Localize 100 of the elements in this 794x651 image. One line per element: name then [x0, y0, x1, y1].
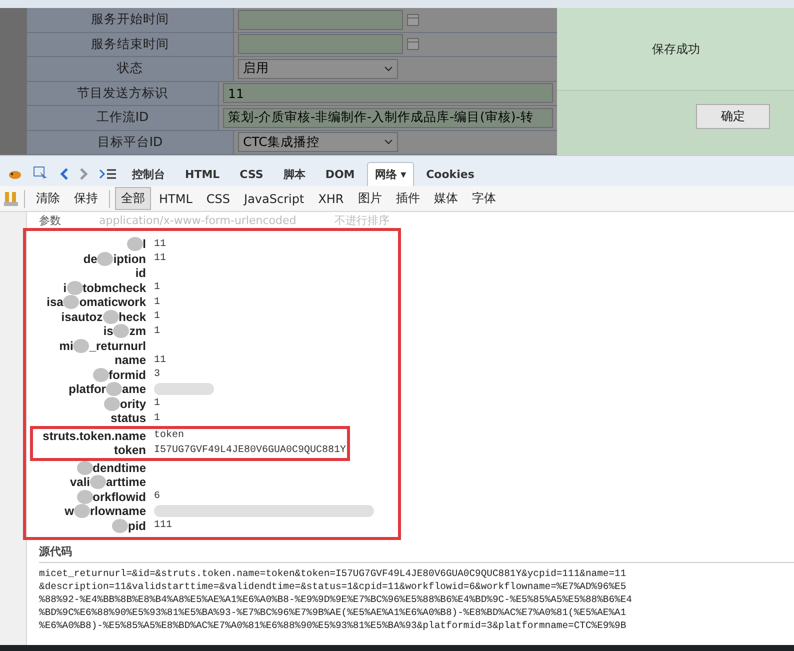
param-value: 11 [154, 238, 166, 250]
param-name: ame [122, 382, 146, 396]
redaction-smudge [76, 460, 93, 475]
source-code-line: &description=11&validstarttime=&validendtime=&status=1&cpid=11&workflowid=6&workflowname=%E7%AD%96%E5 [39, 580, 628, 593]
param-value: 6 [154, 491, 160, 502]
param-name: struts.token.name [42, 428, 146, 443]
param-name: l [142, 237, 146, 252]
param-name: id [135, 266, 146, 280]
chevron-down-icon [384, 66, 393, 72]
param-name: vali [70, 475, 90, 490]
toolbar-action[interactable]: 清除 [30, 187, 66, 210]
param-value: 1 [154, 398, 160, 410]
param-name: iption [113, 252, 146, 266]
redaction-smudge [113, 324, 130, 338]
source-code-line: micet_returnurl=&id=&struts.token.name=token&token=I57UG7GVF49L4JE80V6GUA0C9QUC881Y&ycpid=111&name=11 [39, 567, 628, 580]
redaction-smudge [112, 518, 128, 533]
confirm-button[interactable]: 确定 [696, 104, 770, 129]
param-value: token [154, 430, 184, 442]
form-label: 服务结束时间 [27, 32, 234, 56]
back-icon[interactable] [59, 167, 69, 181]
param-name: w [64, 504, 74, 518]
source-code-line: %E6%A0%B8)-%E5%85%A5%E8%BD%AC%E7%A0%81%E6%88%90%E5%93%81%E5%BA%93&platformid=3&platformname=CTC%E9%9B [39, 619, 628, 632]
param-name: pid [128, 518, 146, 533]
param-name: _returnurl [89, 338, 146, 353]
redaction-smudge [106, 382, 122, 396]
param-name: dendtime [92, 460, 146, 475]
filter-tab[interactable]: JavaScript [238, 188, 310, 208]
devtools-tab[interactable]: 控制台 [124, 162, 173, 186]
param-value: 1 [154, 326, 160, 337]
devtools-tab[interactable]: 网络 ▾ [366, 162, 414, 186]
redaction-smudge [73, 338, 90, 353]
select-field[interactable]: 启用 [238, 58, 398, 79]
param-value: 1 [154, 412, 160, 424]
filter-tab[interactable]: CSS [200, 188, 236, 208]
forward-icon[interactable] [79, 167, 89, 181]
param-value: 111 [154, 520, 172, 532]
param-name: orkflowid [92, 490, 146, 504]
select-field[interactable]: CTC集成播控 [238, 132, 398, 152]
redaction-smudge [66, 280, 83, 295]
redaction-smudge [74, 504, 90, 518]
inspect-icon[interactable] [33, 166, 49, 182]
param-value: 1 [154, 282, 160, 294]
filter-tab[interactable]: 图片 [352, 187, 388, 210]
param-value: 11 [154, 354, 166, 366]
redaction-smudge [126, 237, 143, 252]
date-field[interactable] [238, 10, 403, 30]
content-type: application/x-www-form-urlencoded [99, 214, 296, 226]
redaction-smudge [97, 252, 114, 266]
source-code-line: %BD%9C%E6%88%90%E5%93%81%E5%BA%93-%E7%BC%96%E7%9B%AE(%E5%AE%A1%E6%A0%B8)-%E8%BD%AC%E7%A0%81(%E5%AE%A1 [39, 606, 628, 619]
form-label: 节目发送方标识 [27, 82, 219, 105]
text-field[interactable]: 11 [223, 83, 553, 104]
redaction-smudge [63, 295, 80, 310]
date-field[interactable] [238, 34, 403, 54]
param-name: zm [129, 324, 146, 338]
filter-tab[interactable]: XHR [312, 188, 350, 208]
param-name: rlowname [90, 504, 146, 518]
filter-tab[interactable]: 媒体 [428, 187, 464, 210]
param-name: formid [108, 368, 146, 382]
param-value: 1 [154, 296, 160, 308]
param-value: 3 [154, 369, 160, 380]
param-value: 11 [154, 253, 166, 264]
section-title: 参数 [39, 212, 61, 228]
param-name: isautoz [61, 310, 103, 324]
redaction-smudge [92, 368, 109, 382]
devtools-tab[interactable]: 脚本 [275, 162, 314, 186]
calendar-icon[interactable] [407, 14, 419, 26]
filter-tab[interactable]: 插件 [390, 187, 426, 210]
redaction-smudge [102, 310, 119, 324]
devtools-tab[interactable]: CSS [232, 162, 272, 186]
filter-tab[interactable]: 全部 [115, 187, 151, 210]
param-name: omaticwork [79, 295, 146, 310]
redaction-smudge [76, 490, 93, 504]
devtools-tab[interactable]: DOM [317, 162, 363, 186]
redaction-smudge [104, 396, 120, 411]
calendar-icon[interactable] [407, 38, 419, 50]
source-code-line: %88%92-%E4%BB%8B%E8%B4%A8%E5%AE%A1%E6%A0%B8-%E9%9D%9E%E7%BC%96%E5%88%B6%E4%BD%9C-%E5%85%A5%E5%88%B6%E4 [39, 593, 633, 606]
form-label: 服务开始时间 [27, 8, 234, 32]
param-name: heck [118, 310, 146, 324]
param-value: 1 [154, 311, 160, 322]
param-name: i [63, 280, 67, 295]
param-name: mi [59, 338, 74, 353]
command-line-icon[interactable] [99, 168, 117, 180]
filter-tab[interactable]: 字体 [466, 187, 502, 210]
text-field[interactable]: 策划-介质审核-非编制作-入制作成品库-编目(审核)-转 [223, 108, 553, 128]
param-value: I57UG7GVF49L4JE80V6GUA0C9QUC881Y [154, 444, 346, 456]
param-name: is [103, 324, 114, 338]
form-label: 状态 [27, 57, 234, 80]
param-name: ority [120, 396, 146, 411]
section-title: 源代码 [39, 544, 794, 563]
form-label: 目标平台ID [27, 130, 234, 154]
param-name: isa [46, 295, 64, 310]
toolbar-action[interactable]: 保持 [68, 187, 104, 210]
form-label: 工作流ID [27, 106, 219, 130]
filter-tab[interactable]: HTML [153, 188, 198, 208]
param-name: tobmcheck [82, 280, 146, 295]
param-name: status [110, 411, 146, 426]
param-name: de [83, 252, 98, 266]
param-name: token [114, 443, 146, 458]
devtools-tab[interactable]: Cookies [418, 162, 482, 186]
devtools-tab[interactable]: HTML [177, 162, 228, 186]
